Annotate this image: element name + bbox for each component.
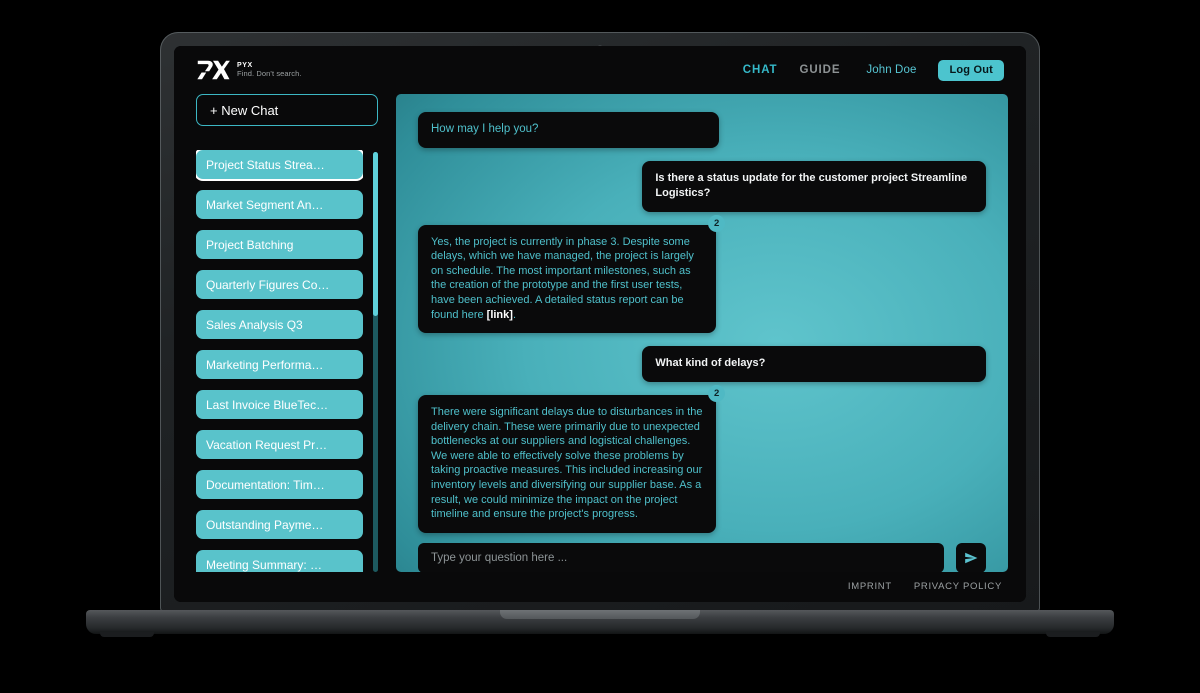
footer-link-privacy-policy[interactable]: PRIVACY POLICY [914, 581, 1002, 592]
user-name-link[interactable]: John Doe [866, 64, 916, 76]
message-row: How may I help you? [418, 112, 986, 149]
message-text: How may I help you? [431, 123, 539, 135]
chat-list-item[interactable]: Market Segment An… [196, 190, 363, 219]
logout-button[interactable]: Log Out [938, 59, 1004, 81]
app-header: PYX Find. Don't search. CHAT GUIDE John … [174, 46, 1026, 94]
message-text: Yes, the project is currently in phase 3… [431, 235, 703, 323]
brand-text: PYX Find. Don't search. [237, 62, 302, 79]
bot-message-bubble: How may I help you? [418, 112, 720, 149]
message-text: What kind of delays? [655, 357, 766, 370]
chat-list-item[interactable]: Meeting Summary: … [196, 550, 363, 572]
source-count-badge[interactable]: 2 [708, 214, 726, 232]
message-row: Yes, the project is currently in phase 3… [418, 214, 986, 334]
chat-list-wrap: Project Status Strea… Market Segment An… P… [196, 150, 378, 572]
brand-logo[interactable]: PYX Find. Don't search. [196, 59, 302, 81]
chat-list-item[interactable]: Vacation Request Pr… [196, 430, 363, 459]
chat-list-item-label: Project Batching [206, 237, 294, 252]
pyx-logo-icon [197, 60, 230, 80]
chat-list-item[interactable]: Quarterly Figures Co… [196, 270, 363, 299]
question-input[interactable] [418, 542, 944, 572]
chat-list-item-label: Meeting Summary: … [206, 557, 323, 572]
chat-list-item-label: Project Status Strea… [206, 157, 325, 172]
bot-message-bubble: Yes, the project is currently in phase 3… [418, 214, 726, 334]
chat-list-item-label: Sales Analysis Q3 [206, 317, 303, 332]
bot-message-bubble: There were significant delays due to dis… [418, 384, 726, 533]
message-text: There were significant delays due to dis… [431, 405, 703, 521]
sidebar: + New Chat Project Status Strea… Market S… [196, 94, 378, 572]
message-text-part: Yes, the project is currently in phase 3… [431, 235, 694, 321]
chat-list-item[interactable]: Project Status Strea… [196, 150, 363, 179]
chat-list-item-label: Last Invoice BlueTec… [206, 397, 329, 412]
nav-link-chat[interactable]: CHAT [743, 64, 778, 76]
app-footer: IMPRINT PRIVACY POLICY [174, 572, 1026, 602]
user-message-bubble: Is there a status update for the custome… [642, 161, 986, 212]
chat-list-item-label: Vacation Request Pr… [206, 437, 328, 452]
message-text-part: . [512, 308, 516, 321]
send-paper-plane-icon [965, 552, 978, 564]
chat-list-item-label: Marketing Performa… [206, 357, 324, 372]
chat-list-item-label: Documentation: Tim… [206, 477, 325, 492]
laptop-base-notch [500, 610, 700, 619]
composer [418, 542, 986, 572]
chat-list-item-label: Quarterly Figures Co… [206, 277, 330, 292]
chat-list-item[interactable]: Last Invoice BlueTec… [196, 390, 363, 419]
laptop-mockup: PYX Find. Don't search. CHAT GUIDE John … [0, 0, 1200, 693]
message-text: Is there a status update for the custome… [655, 172, 968, 199]
message-source-link[interactable]: [link] [487, 309, 513, 321]
chat-list-item[interactable]: Project Batching [196, 230, 363, 259]
chat-list-item[interactable]: Documentation: Tim… [196, 470, 363, 499]
chat-list-item[interactable]: Marketing Performa… [196, 350, 363, 379]
app-body: + New Chat Project Status Strea… Market S… [174, 94, 1026, 572]
main-nav: CHAT GUIDE John Doe Log Out [743, 59, 1004, 81]
new-chat-button[interactable]: + New Chat [196, 94, 378, 126]
laptop-foot-left [100, 632, 154, 637]
chat-list-item-label: Outstanding Payme… [206, 517, 324, 532]
brand-tagline: Find. Don't search. [237, 68, 302, 78]
message-row: Is there a status update for the custome… [418, 161, 986, 212]
footer-link-imprint[interactable]: IMPRINT [848, 581, 892, 592]
message-row: There were significant delays due to dis… [418, 384, 986, 533]
send-button[interactable] [956, 542, 986, 572]
chat-history-list: Project Status Strea… Market Segment An… P… [196, 150, 363, 572]
chat-panel: How may I help you? Is there a status upd… [396, 94, 1008, 572]
user-message-bubble: What kind of delays? [642, 346, 986, 382]
laptop-foot-right [1046, 632, 1100, 637]
message-list: How may I help you? Is there a status upd… [418, 112, 986, 533]
message-row: What kind of delays? [418, 346, 986, 382]
chat-list-scrollbar[interactable] [373, 152, 378, 572]
chat-list-item[interactable]: Sales Analysis Q3 [196, 310, 363, 339]
chat-list-item[interactable]: Outstanding Payme… [196, 510, 363, 539]
app-screen: PYX Find. Don't search. CHAT GUIDE John … [174, 46, 1026, 602]
nav-link-guide[interactable]: GUIDE [799, 64, 840, 76]
source-count-badge[interactable]: 2 [708, 384, 726, 402]
chat-list-item-label: Market Segment An… [206, 197, 324, 212]
chat-list-scroll-thumb[interactable] [373, 152, 378, 316]
